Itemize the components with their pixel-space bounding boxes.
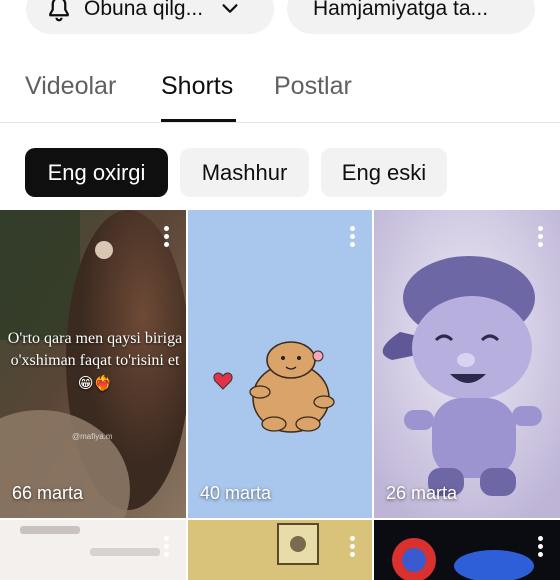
join-community-label: Hamjamiyatga ta...: [313, 0, 489, 20]
short-thumbnail-image: [188, 210, 372, 518]
tab-shorts[interactable]: Shorts: [161, 72, 233, 101]
short-thumbnail[interactable]: [0, 520, 186, 580]
filter-chip-oldest[interactable]: Eng eski: [321, 148, 447, 197]
join-community-button[interactable]: Hamjamiyatga ta...: [287, 0, 535, 34]
filter-chip-popular[interactable]: Mashhur: [180, 148, 309, 197]
short-thumbnail[interactable]: 26 marta: [374, 210, 560, 518]
short-watermark: @mafiya.m: [72, 432, 113, 441]
subscribed-button[interactable]: Obuna qilg...: [26, 0, 274, 34]
chevron-down-icon: [222, 4, 238, 13]
short-thumbnail-image: [374, 520, 560, 580]
short-thumbnail[interactable]: 40 marta: [188, 210, 372, 518]
short-thumbnail-image: [188, 520, 372, 580]
short-caption-text: O'rto qara men qaysi biriga o'xshiman fa…: [7, 330, 183, 369]
bell-icon: [49, 0, 69, 22]
short-view-count: 66 marta: [12, 483, 84, 503]
tabs-divider: [0, 122, 560, 123]
short-caption-emoji: 😁❤️‍🔥: [77, 374, 113, 392]
more-options-icon[interactable]: [538, 536, 544, 558]
more-options-icon[interactable]: [538, 226, 544, 248]
more-options-icon[interactable]: [164, 536, 170, 558]
short-thumbnail[interactable]: [188, 520, 372, 580]
short-thumbnail[interactable]: [374, 520, 560, 580]
short-thumbnail-image: [0, 520, 186, 580]
short-thumbnail-image: [374, 210, 560, 518]
channel-actions: Obuna qilg... Hamjamiyatga ta...: [0, 0, 560, 36]
more-options-icon[interactable]: [350, 226, 356, 248]
short-thumbnail[interactable]: O'rto qara men qaysi biriga o'xshiman fa…: [0, 210, 186, 518]
short-view-count: 40 marta: [200, 483, 272, 503]
tab-postlar[interactable]: Postlar: [274, 72, 352, 101]
subscribed-label: Obuna qilg...: [84, 0, 204, 20]
short-caption: O'rto qara men qaysi biriga o'xshiman fa…: [2, 328, 186, 395]
tab-videolar[interactable]: Videolar: [25, 72, 116, 101]
more-options-icon[interactable]: [350, 536, 356, 558]
short-view-count: 26 marta: [386, 483, 458, 503]
filter-chip-latest[interactable]: Eng oxirgi: [25, 148, 168, 197]
more-options-icon[interactable]: [164, 226, 170, 248]
channel-tabs: Videolar Shorts Postlar: [0, 66, 560, 122]
